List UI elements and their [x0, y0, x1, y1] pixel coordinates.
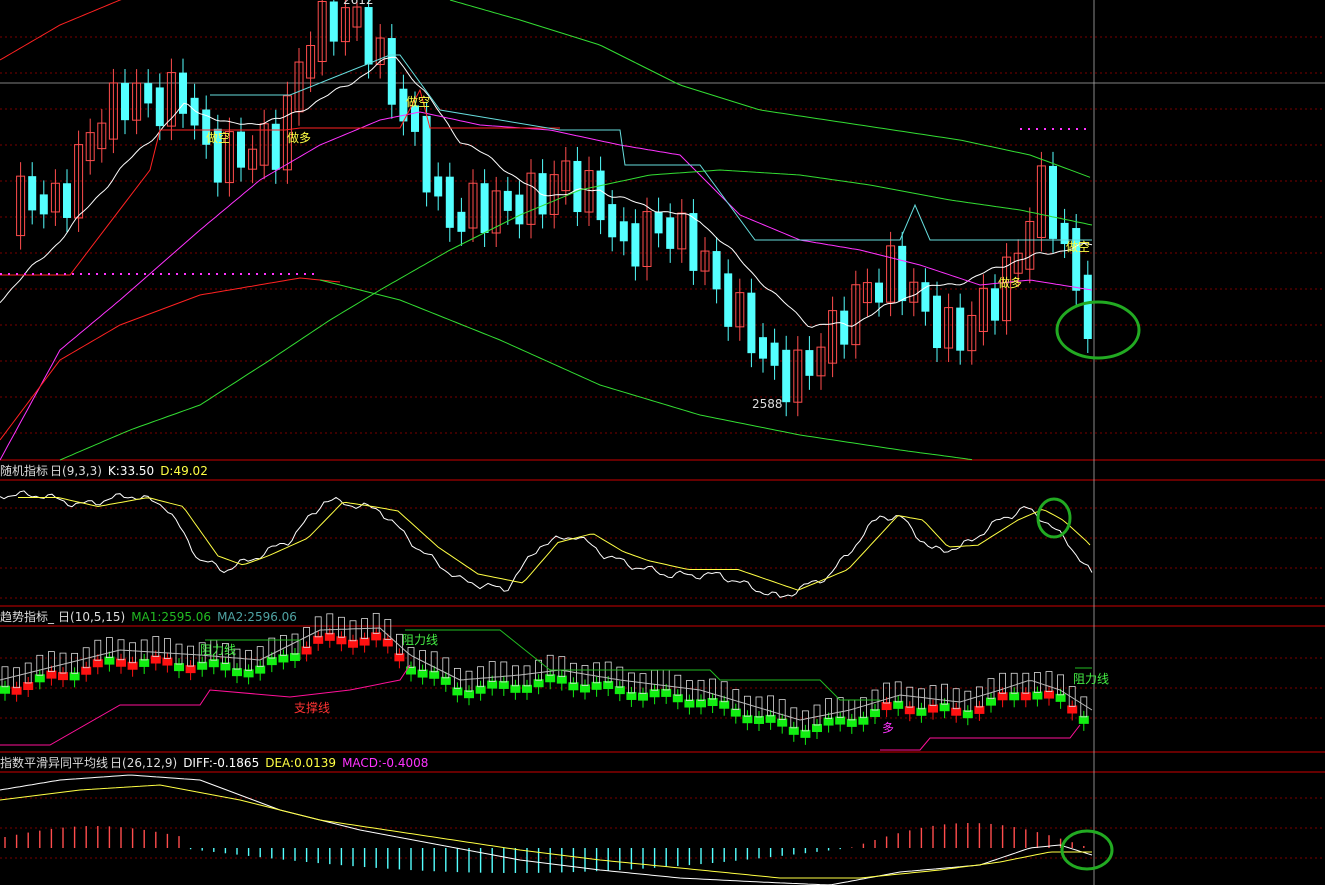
price-candle-down — [39, 194, 48, 215]
price-candle-down — [387, 38, 396, 105]
price-candle-down — [503, 190, 512, 211]
price-candle-down — [63, 183, 71, 218]
signal-long-2: 做多 — [998, 275, 1022, 290]
kdj-d-line — [18, 497, 1091, 591]
price-candle-down — [666, 217, 675, 249]
price-candle-down — [271, 123, 280, 170]
signal-long-1: 做多 — [287, 130, 311, 145]
price-candle-down — [747, 292, 756, 354]
price-candle-down — [121, 82, 129, 121]
macd-diff-line — [0, 774, 1093, 885]
highlight-circle-price — [1055, 300, 1141, 360]
trend-header: 趋势指标_ 日(10,5,15) MA1:2595.06 MA2:2596.06 — [0, 608, 303, 626]
price-candle-down — [759, 337, 767, 359]
price-candle-down — [875, 282, 883, 303]
resist-label-1: 阻力线 — [200, 643, 236, 657]
kdj-d-value: D:49.02 — [160, 464, 208, 478]
price-candle-down — [144, 83, 153, 104]
price-candle-down — [805, 350, 814, 376]
macd-dea-line — [0, 784, 1092, 879]
stop-loss-line — [0, 88, 560, 276]
price-candle-down — [956, 307, 965, 351]
signal-short-3: 做空 — [1066, 239, 1090, 254]
macd-dea-value: DEA:0.0139 — [265, 756, 337, 770]
price-candle-down — [1083, 274, 1092, 340]
trend-ma2-value: MA2:2596.06 — [217, 610, 297, 624]
price-panel — [0, 0, 1093, 461]
price-candle-down — [457, 211, 466, 232]
kdj-panel — [0, 490, 1093, 598]
price-candle-down — [921, 282, 930, 312]
price-candle-down — [329, 1, 338, 42]
ma-red-upper-line — [0, 0, 122, 61]
price-candle-down — [28, 176, 37, 211]
price-candle-down — [840, 310, 849, 345]
macd-name: 指数平滑异同平均线 — [0, 756, 109, 770]
signal-short-1: 做空 — [206, 130, 230, 145]
kdj-name: 随机指标 — [0, 464, 49, 478]
price-candle-down — [1072, 228, 1081, 291]
long-label: 多 — [882, 721, 894, 735]
price-candle-down — [654, 211, 663, 234]
price-candle-down — [782, 349, 791, 403]
price-candle-down — [898, 245, 907, 302]
support-label: 支撑线 — [294, 700, 330, 715]
trend-ma1-value: MA1:2595.06 — [131, 610, 212, 624]
signal-short-2: 做空 — [406, 94, 430, 109]
grid-lines — [0, 36, 1325, 859]
price-candle-down — [411, 105, 419, 132]
price-candle-down — [480, 183, 489, 233]
price-candle-down — [434, 176, 443, 197]
panel-borders — [0, 0, 1325, 885]
price-low-label: 2588 — [752, 397, 783, 411]
price-candle-down — [619, 221, 628, 242]
macd-panel — [0, 774, 1093, 885]
macd-header: 指数平滑异同平均线 日(26,12,9) DIFF:-0.1865 DEA:0.013… — [0, 754, 434, 772]
macd-period: 日(26,12,9) — [110, 756, 178, 770]
trend-name: 趋势指标_ — [0, 610, 55, 624]
kdj-header: 随机指标 日(9,3,3) K:33.50 D:49.02 — [0, 462, 214, 480]
price-candle-down — [689, 213, 698, 271]
resist-label-2: 阻力线 — [402, 633, 438, 647]
highlight-circle-macd — [1060, 829, 1114, 871]
macd-macd-value: MACD:-0.4008 — [342, 756, 429, 770]
price-candle-down — [933, 295, 941, 349]
price-candle-down — [770, 342, 779, 366]
price-candle-down — [237, 131, 245, 168]
macd-diff-value: DIFF:-0.1865 — [183, 756, 260, 770]
price-candle-down — [991, 288, 999, 321]
support-line-2 — [880, 724, 1081, 751]
price-candle-down — [364, 7, 373, 65]
price-candle-down — [155, 87, 164, 127]
stock-chart: 2612 2588 做空 做多 做空 做多 做空 阻力线 阻力线 阻力线 支撑线… — [0, 0, 1325, 885]
resist-label-3: 阻力线 — [1073, 672, 1109, 686]
highlight-circle-kdj — [1036, 497, 1072, 539]
price-candle-down — [631, 223, 640, 267]
kdj-k-value: K:33.50 — [107, 464, 155, 478]
price-candle-down — [445, 176, 454, 228]
price-candle-down — [608, 204, 617, 238]
price-high-label: 2612 — [343, 0, 374, 7]
price-candle-down — [712, 251, 721, 290]
kdj-period: 日(9,3,3) — [50, 464, 102, 478]
ma-green-upper-line — [449, 0, 1091, 178]
trend-period: 日(10,5,15) — [58, 610, 126, 624]
price-candle-down — [573, 160, 582, 213]
price-candle-down — [515, 194, 524, 225]
price-candle-down — [190, 97, 199, 126]
price-candle-down — [1049, 165, 1057, 239]
price-candle-down — [724, 273, 733, 327]
trend-panel — [0, 612, 1093, 751]
price-candle-down — [596, 170, 605, 221]
kdj-k-line — [0, 490, 1093, 598]
